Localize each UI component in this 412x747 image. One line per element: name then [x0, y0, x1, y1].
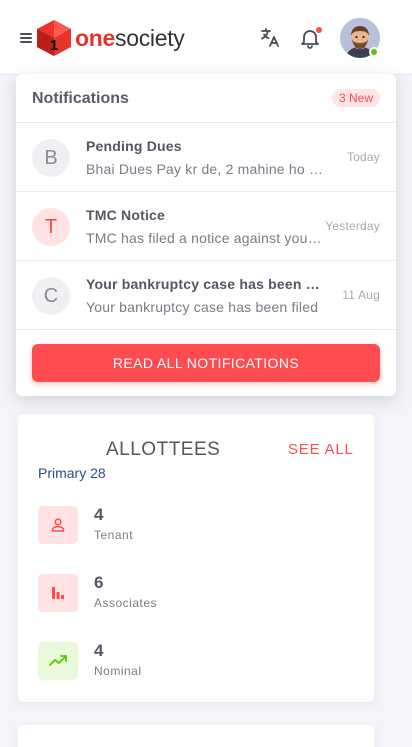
see-all-link[interactable]: SEE ALL [288, 441, 354, 458]
new-count-badge: 3 New [331, 89, 380, 107]
app-logo[interactable]: 1 onesociety [36, 19, 185, 57]
stat-nominal: 4 Nominal [38, 641, 338, 682]
card-subtitle: Primary 28 [38, 465, 106, 481]
notification-message: Bhai Dues Pay kr de, 2 mahine ho gaye [86, 161, 324, 177]
notification-title: Your bankruptcy case has been filed [86, 276, 321, 292]
stat-value: 4 [94, 505, 104, 524]
read-all-notifications-button[interactable]: READ ALL NOTIFICATIONS [32, 344, 380, 382]
translate-icon[interactable] [258, 26, 282, 50]
logo-word-one: one [75, 24, 115, 51]
notification-avatar: T [32, 208, 70, 246]
notifications-dropdown: Notifications 3 New B Pending Dues Bhai … [16, 74, 396, 396]
notification-dot [315, 26, 323, 34]
stat-label: Nominal [94, 664, 142, 678]
notification-time: 11 Aug [342, 288, 380, 302]
notification-time: Yesterday [325, 219, 380, 233]
stat-value: 6 [94, 573, 104, 592]
notification-avatar: B [32, 139, 70, 177]
notification-title: TMC Notice [86, 207, 165, 223]
allottees-card: ALLOTTEES SEE ALL Primary 28 4 Tenant 6 … [18, 414, 374, 702]
notifications-title: Notifications [32, 90, 129, 107]
user-icon [38, 506, 78, 544]
stat-associates: 6 Associates [38, 573, 338, 614]
stat-label: Associates [94, 596, 158, 610]
notification-time: Today [346, 150, 380, 164]
top-app-bar: 1 onesociety [0, 0, 412, 75]
notifications-header: Notifications 3 New [16, 74, 396, 123]
logo-word-society: society [115, 24, 185, 51]
notification-title: Pending Dues [86, 138, 182, 154]
trending-up-icon [38, 642, 78, 680]
notification-item[interactable]: T TMC Notice TMC has filed a notice agai… [16, 192, 396, 261]
hamburger-menu-icon[interactable] [20, 33, 32, 43]
stat-label: Tenant [94, 528, 134, 542]
notification-avatar: C [32, 277, 70, 315]
svg-text:1: 1 [50, 37, 58, 54]
bar-chart-icon [38, 574, 78, 612]
notification-item[interactable]: C Your bankruptcy case has been filed Yo… [16, 261, 396, 330]
logo-mark-icon: 1 [37, 20, 71, 56]
card-title: ALLOTTEES [106, 439, 221, 460]
stat-value: 4 [94, 641, 104, 660]
next-card [18, 725, 374, 747]
online-status-dot [369, 47, 379, 57]
stat-tenant: 4 Tenant [38, 505, 338, 546]
notification-message: TMC has filed a notice against your soci… [86, 230, 324, 246]
notification-item[interactable]: B Pending Dues Bhai Dues Pay kr de, 2 ma… [16, 123, 396, 192]
notification-message: Your bankruptcy case has been filed [86, 299, 319, 315]
